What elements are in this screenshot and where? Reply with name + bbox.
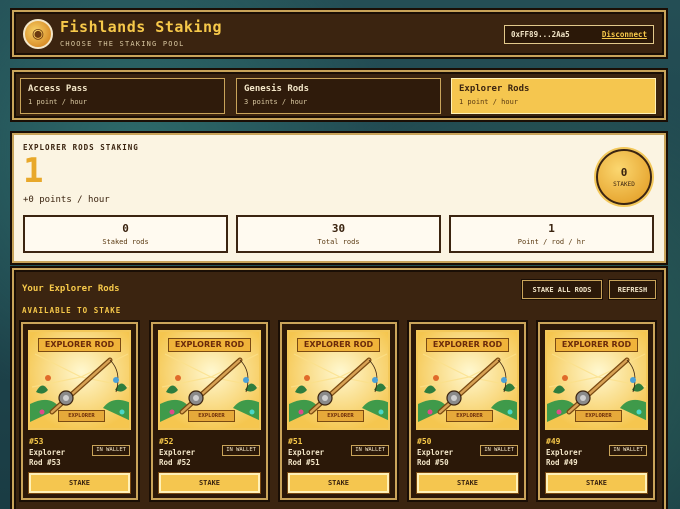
card-plaque: EXPLORER: [575, 410, 622, 422]
stat-staked-rods: 0 Staked rods: [23, 215, 228, 253]
card-plaque: EXPLORER: [188, 410, 235, 422]
refresh-button[interactable]: REFRESH: [609, 280, 656, 299]
card-plaque: EXPLORER: [58, 410, 105, 422]
summary-big-value: 1: [23, 151, 44, 191]
card-banner: EXPLORER ROD: [38, 338, 121, 352]
rod-card[interactable]: EXPLORER ROD EXPLORER #52 Explorer Rod #…: [151, 322, 268, 500]
pool-name: Access Pass: [28, 84, 88, 94]
rod-id: #50: [417, 437, 432, 446]
rod-id: #51: [288, 437, 303, 446]
rods-title: Your Explorer Rods: [22, 284, 120, 294]
fish-mascot-icon: ◉: [23, 19, 53, 49]
stat-point-rate: 1 Point / rod / hr: [449, 215, 654, 253]
staked-counter-badge: 0 STAKED: [596, 149, 652, 205]
rod-id: #53: [29, 437, 44, 446]
pool-name: Genesis Rods: [244, 84, 310, 94]
pool-rate: 1 point / hour: [28, 98, 88, 106]
summary-rate: +0 points / hour: [23, 195, 110, 205]
in-wallet-badge: IN WALLET: [480, 445, 518, 456]
stake-button[interactable]: STAKE: [546, 473, 647, 493]
app-header: ◉ Fishlands Staking CHOOSE THE STAKING P…: [12, 10, 666, 57]
rod-card-art: EXPLORER ROD EXPLORER: [28, 330, 131, 430]
pool-selector: Access Pass 1 point / hour Genesis Rods …: [12, 70, 666, 120]
app-subtitle: CHOOSE THE STAKING POOL: [60, 40, 185, 48]
pool-tab-explorer-rods[interactable]: Explorer Rods 1 point / hour: [451, 78, 656, 114]
in-wallet-badge: IN WALLET: [222, 445, 260, 456]
wallet-box: 0xFF89...2Aa5 Disconnect: [504, 25, 654, 44]
pool-tab-genesis-rods[interactable]: Genesis Rods 3 points / hour: [236, 78, 441, 114]
stat-value: 1: [548, 222, 555, 235]
rod-card[interactable]: EXPLORER ROD EXPLORER #50 Explorer Rod #…: [409, 322, 526, 500]
rod-name: Explorer Rod #51: [288, 448, 325, 467]
pool-name: Explorer Rods: [459, 84, 530, 94]
rod-card-art: EXPLORER ROD EXPLORER: [416, 330, 519, 430]
rod-card-art: EXPLORER ROD EXPLORER: [287, 330, 390, 430]
rod-name: Explorer Rod #49: [546, 448, 583, 467]
rod-name: Explorer Rod #53: [29, 448, 66, 467]
staked-count: 0: [620, 166, 628, 179]
rod-card-art: EXPLORER ROD EXPLORER: [158, 330, 261, 430]
wallet-address: 0xFF89...2Aa5: [511, 30, 570, 39]
stat-label: Point / rod / hr: [517, 238, 586, 246]
card-banner: EXPLORER ROD: [555, 338, 638, 352]
rod-card[interactable]: EXPLORER ROD EXPLORER #49 Explorer Rod #…: [538, 322, 655, 500]
stake-all-button[interactable]: STAKE ALL RODS: [522, 280, 602, 299]
stat-value: 30: [331, 222, 346, 235]
stake-button[interactable]: STAKE: [29, 473, 130, 493]
card-banner: EXPLORER ROD: [297, 338, 380, 352]
stat-total-rods: 30 Total rods: [236, 215, 441, 253]
staked-label: STAKED: [613, 181, 635, 188]
stat-label: Total rods: [317, 238, 360, 246]
pool-tab-access-pass[interactable]: Access Pass 1 point / hour: [20, 78, 225, 114]
card-plaque: EXPLORER: [317, 410, 364, 422]
rod-card[interactable]: EXPLORER ROD EXPLORER #53 Explorer Rod #…: [21, 322, 138, 500]
card-banner: EXPLORER ROD: [426, 338, 509, 352]
in-wallet-badge: IN WALLET: [92, 445, 130, 456]
rod-id: #49: [546, 437, 561, 446]
card-plaque: EXPLORER: [446, 410, 493, 422]
rod-card-art: EXPLORER ROD EXPLORER: [545, 330, 648, 430]
rod-name: Explorer Rod #50: [417, 448, 454, 467]
card-banner: EXPLORER ROD: [168, 338, 251, 352]
rod-id: #52: [159, 437, 174, 446]
rod-name: Explorer Rod #52: [159, 448, 196, 467]
stat-label: Staked rods: [102, 238, 149, 246]
available-label: AVAILABLE TO STAKE: [22, 306, 122, 315]
app-title: Fishlands Staking: [60, 18, 223, 36]
stake-button[interactable]: STAKE: [417, 473, 518, 493]
pool-rate: 3 points / hour: [244, 98, 308, 106]
pool-rate: 1 point / hour: [459, 98, 519, 106]
disconnect-button[interactable]: Disconnect: [602, 30, 647, 39]
in-wallet-badge: IN WALLET: [351, 445, 389, 456]
rods-section: Your Explorer Rods AVAILABLE TO STAKE ST…: [12, 268, 666, 509]
in-wallet-badge: IN WALLET: [609, 445, 647, 456]
staking-summary: EXPLORER RODS STAKING 1 +0 points / hour…: [12, 133, 666, 263]
stake-button[interactable]: STAKE: [159, 473, 260, 493]
stat-value: 0: [122, 222, 129, 235]
stake-button[interactable]: STAKE: [288, 473, 389, 493]
rod-card[interactable]: EXPLORER ROD EXPLORER #51 Explorer Rod #…: [280, 322, 397, 500]
